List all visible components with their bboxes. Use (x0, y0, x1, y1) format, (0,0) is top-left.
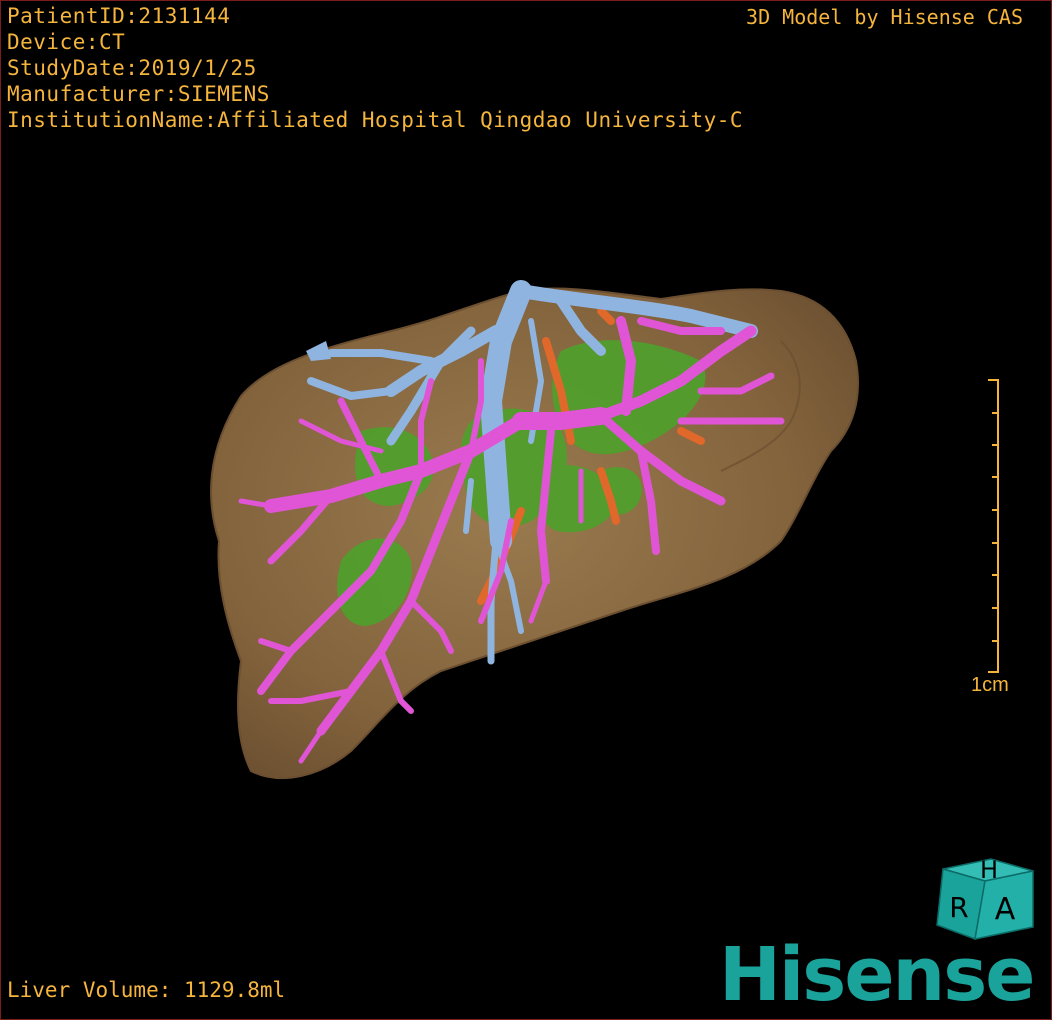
liver-surface (210, 287, 859, 779)
hepatic-vein-tip (306, 341, 331, 361)
cube-face-right: A (995, 892, 1016, 927)
hisense-logo: Hisense (719, 932, 1035, 1018)
liver-3d-model[interactable] (1, 1, 1051, 1019)
3d-viewport[interactable]: PatientID:2131144 Device:CT StudyDate:20… (0, 0, 1052, 1020)
cube-face-top: H (980, 856, 998, 884)
scale-label: 1cm (971, 674, 1009, 696)
scale-bar (988, 379, 999, 673)
liver-volume-text: Liver Volume: 1129.8ml (7, 978, 286, 1002)
cube-face-front: R (949, 891, 968, 924)
